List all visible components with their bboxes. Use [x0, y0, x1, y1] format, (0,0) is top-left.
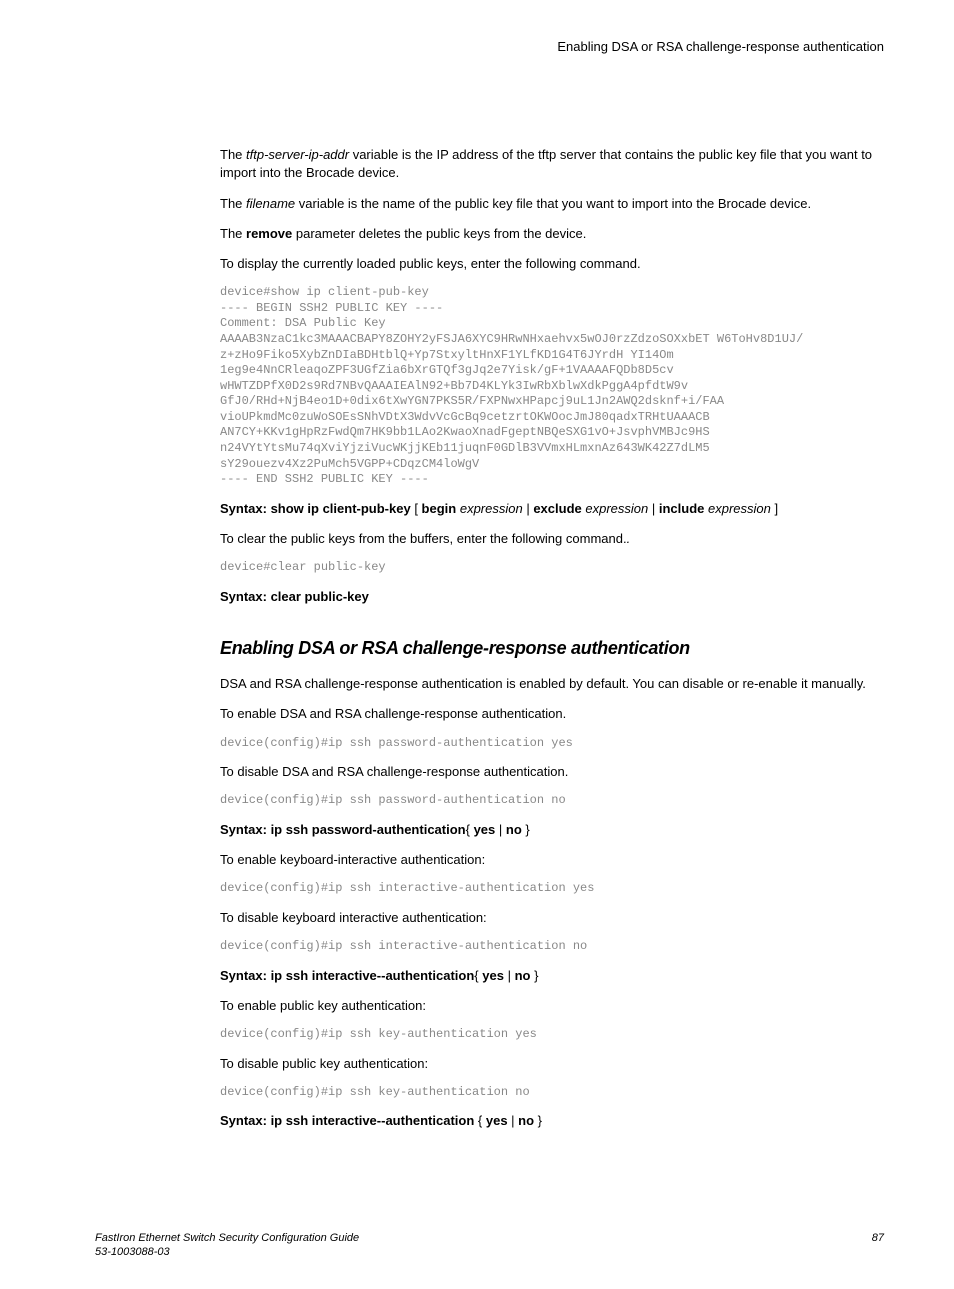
text: {	[466, 822, 474, 837]
paragraph-display: To display the currently loaded public k…	[95, 255, 884, 273]
code-block-key-no: device(config)#ip ssh key-authentication…	[95, 1085, 884, 1101]
doc-title: FastIron Ethernet Switch Security Config…	[95, 1231, 359, 1245]
text: |	[523, 501, 534, 516]
text: |	[508, 1113, 519, 1128]
paragraph-disable-pubkey: To disable public key authentication:	[95, 1055, 884, 1073]
text: expression	[708, 501, 771, 516]
text: begin	[422, 501, 457, 516]
text: expression	[460, 501, 523, 516]
paragraph-enable-kbd: To enable keyboard-interactive authentic…	[95, 851, 884, 869]
text: The	[220, 226, 246, 241]
text: no	[515, 968, 531, 983]
code-block-pw-yes: device(config)#ip ssh password-authentic…	[95, 736, 884, 752]
text: The	[220, 196, 246, 211]
variable-name: tftp-server-ip-addr	[246, 147, 349, 162]
text: variable is the name of the public key f…	[295, 196, 811, 211]
text: {	[478, 1113, 486, 1128]
text: The	[220, 147, 246, 162]
code-block-int-no: device(config)#ip ssh interactive-authen…	[95, 939, 884, 955]
param-name: remove	[246, 226, 292, 241]
text: yes	[474, 822, 496, 837]
code-block-clear: device#clear public-key	[95, 560, 884, 576]
paragraph-enable-dsa: To enable DSA and RSA challenge-response…	[95, 705, 884, 723]
doc-number: 53-1003088-03	[95, 1245, 359, 1259]
text: To clear the public keys from the buffer…	[220, 531, 627, 546]
paragraph-filename: The filename variable is the name of the…	[95, 195, 884, 213]
paragraph-enable-pubkey: To enable public key authentication:	[95, 997, 884, 1015]
code-block-int-yes: device(config)#ip ssh interactive-authen…	[95, 881, 884, 897]
variable-name: filename	[246, 196, 295, 211]
text: yes	[482, 968, 504, 983]
syntax-show-key: Syntax: show ip client-pub-key [ begin e…	[95, 500, 884, 518]
text: no	[506, 822, 522, 837]
paragraph-clear: To clear the public keys from the buffer…	[95, 530, 884, 548]
text: |	[495, 822, 506, 837]
syntax-int-auth-2: Syntax: ip ssh interactive--authenticati…	[95, 1112, 884, 1130]
text: Syntax: ip ssh interactive--authenticati…	[220, 1113, 478, 1128]
text: |	[648, 501, 659, 516]
text: parameter deletes the public keys from t…	[292, 226, 586, 241]
syntax-clear: Syntax: clear public-key	[95, 588, 884, 606]
text: no	[518, 1113, 534, 1128]
text: |	[504, 968, 515, 983]
paragraph-disable-dsa: To disable DSA and RSA challenge-respons…	[95, 763, 884, 781]
text: yes	[486, 1113, 508, 1128]
section-heading: Enabling DSA or RSA challenge-response a…	[220, 636, 884, 661]
text: }	[530, 968, 538, 983]
syntax-pw-auth: Syntax: ip ssh password-authentication{ …	[95, 821, 884, 839]
code-block-show-key: device#show ip client-pub-key ---- BEGIN…	[95, 285, 884, 488]
text: include	[659, 501, 705, 516]
text: }	[534, 1113, 542, 1128]
page-header-title: Enabling DSA or RSA challenge-response a…	[95, 38, 884, 56]
paragraph-tftp: The tftp-server-ip-addr variable is the …	[95, 146, 884, 182]
text: [	[411, 501, 422, 516]
text: .	[627, 531, 631, 546]
syntax-int-auth: Syntax: ip ssh interactive--authenticati…	[95, 967, 884, 985]
paragraph-remove: The remove parameter deletes the public …	[95, 225, 884, 243]
code-block-key-yes: device(config)#ip ssh key-authentication…	[95, 1027, 884, 1043]
text: exclude	[533, 501, 581, 516]
paragraph-disable-kbd: To disable keyboard interactive authenti…	[95, 909, 884, 927]
text: expression	[585, 501, 648, 516]
paragraph-intro: DSA and RSA challenge-response authentic…	[95, 675, 884, 693]
text: }	[522, 822, 530, 837]
code-block-pw-no: device(config)#ip ssh password-authentic…	[95, 793, 884, 809]
text: ]	[771, 501, 778, 516]
text: Syntax: ip ssh interactive--authenticati…	[220, 968, 474, 983]
text: Syntax: show ip client-pub-key	[220, 501, 411, 516]
text: Syntax: ip ssh password-authentication	[220, 822, 466, 837]
